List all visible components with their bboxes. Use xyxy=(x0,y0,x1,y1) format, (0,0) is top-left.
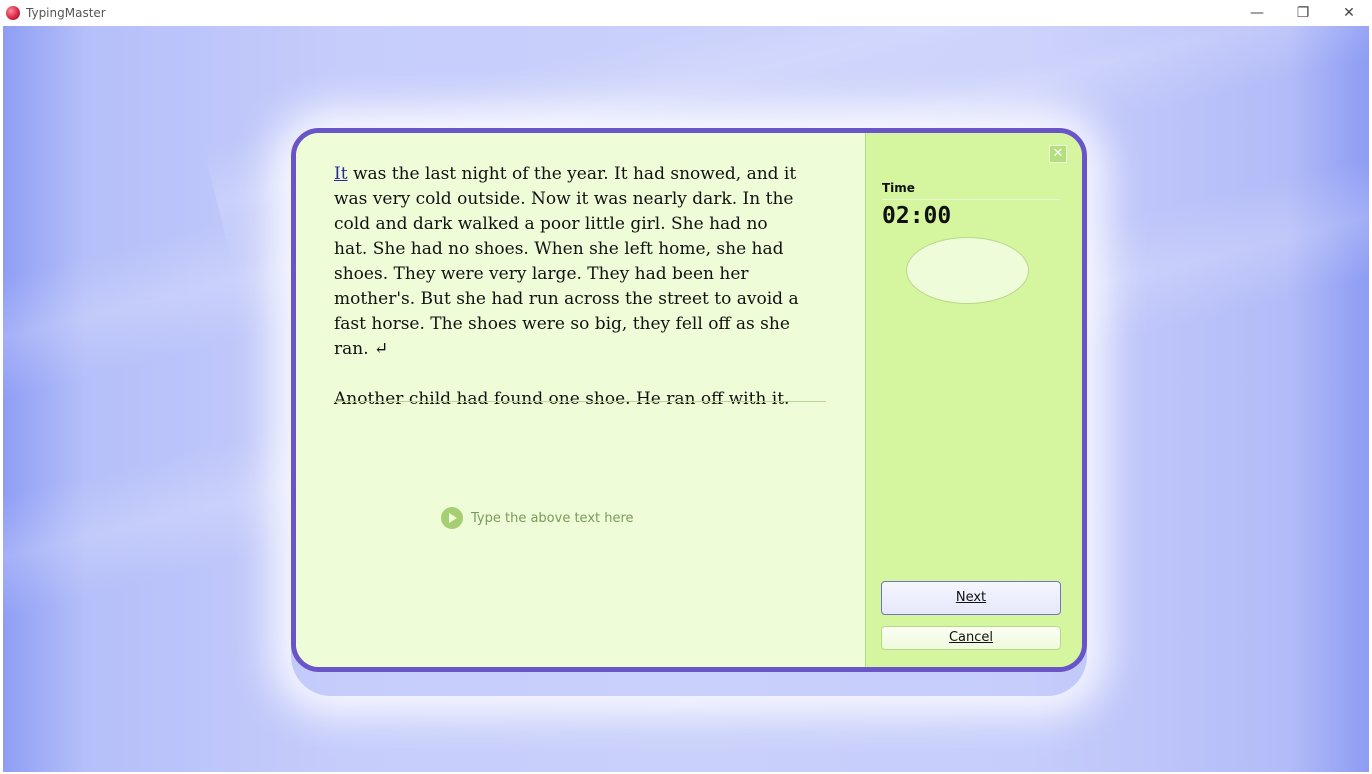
source-text: It was the last night of the year. It ha… xyxy=(334,162,804,412)
time-value: 02:00 xyxy=(882,203,952,229)
status-bubble xyxy=(906,237,1029,304)
input-hint-text: Type the above text here xyxy=(471,510,634,526)
passage-paragraph: It was the last night of the year. It ha… xyxy=(334,162,804,362)
time-label: Time xyxy=(882,181,915,195)
typingmaster-logo-icon xyxy=(6,6,20,20)
current-word: It xyxy=(334,164,348,184)
side-panel: ✕ Time 02:00 Next Cancel xyxy=(865,133,1082,667)
window-controls: — ❐ ✕ xyxy=(1234,0,1372,26)
next-button[interactable]: Next xyxy=(881,581,1061,615)
restore-button[interactable]: ❐ xyxy=(1280,0,1326,26)
app-background: It was the last night of the year. It ha… xyxy=(3,26,1369,772)
cancel-button[interactable]: Cancel xyxy=(881,626,1061,650)
play-icon xyxy=(441,507,463,529)
window-close-button[interactable]: ✕ xyxy=(1326,0,1372,26)
title-bar: TypingMaster — ❐ ✕ xyxy=(0,0,1372,26)
close-icon[interactable]: ✕ xyxy=(1049,145,1067,163)
passage-paragraph: Another child had found one shoe. He ran… xyxy=(334,389,790,409)
input-hint: Type the above text here xyxy=(441,507,634,529)
enter-key-icon: ↵ xyxy=(368,339,389,359)
text-divider xyxy=(334,401,826,402)
window-title: TypingMaster xyxy=(26,6,106,20)
typing-test-dialog: It was the last night of the year. It ha… xyxy=(291,128,1087,672)
typing-area[interactable]: It was the last night of the year. It ha… xyxy=(296,133,865,667)
time-divider xyxy=(882,199,1060,200)
minimize-button[interactable]: — xyxy=(1234,0,1280,26)
passage-text: was the last night of the year. It had s… xyxy=(334,164,799,359)
